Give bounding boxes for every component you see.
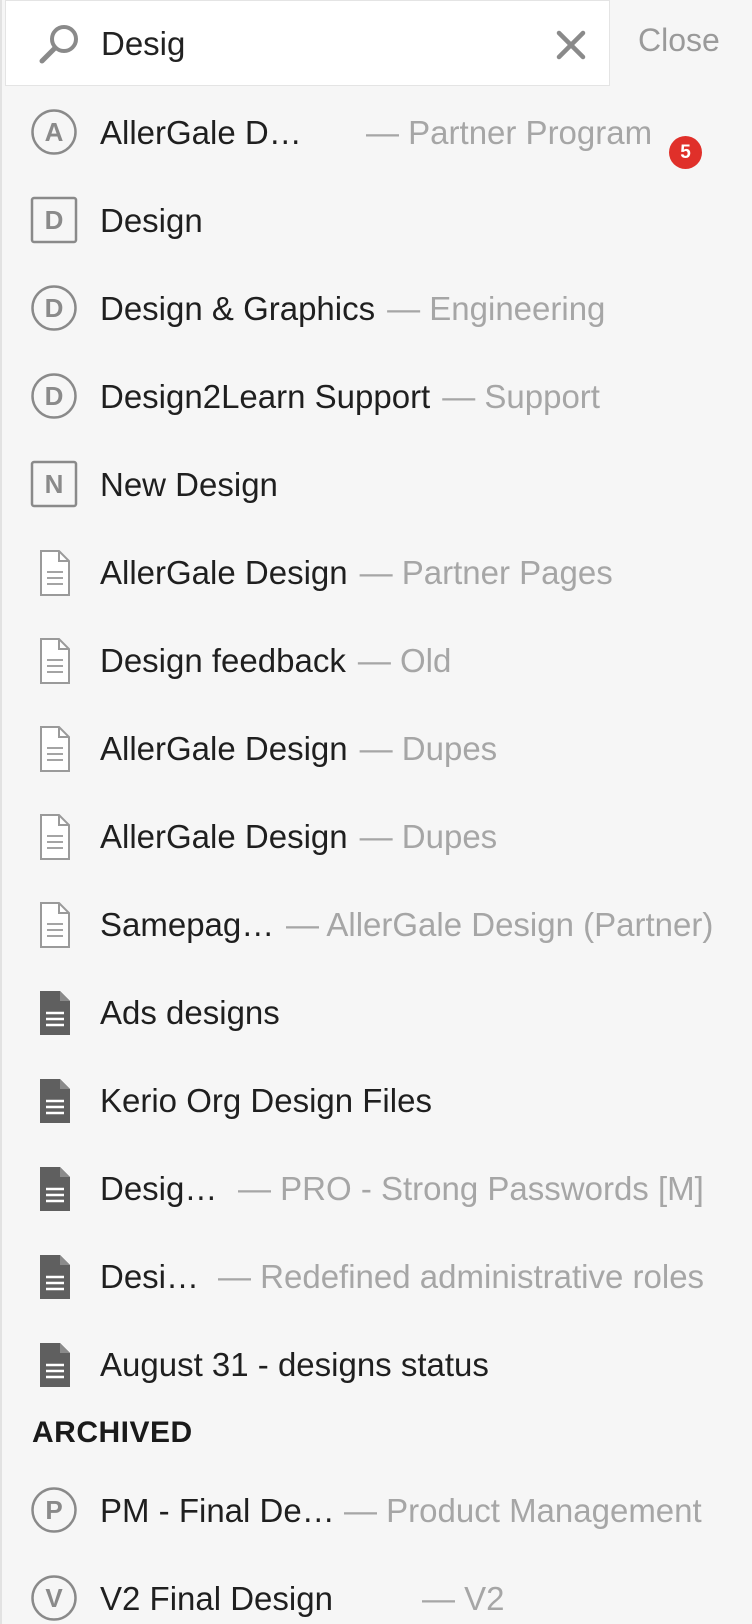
result-location: — Dupes	[359, 730, 498, 767]
result-title: AllerGale Design	[100, 730, 348, 767]
result-title: AllerGale Design	[100, 818, 348, 855]
result-title: August 31 - designs status	[100, 1346, 489, 1383]
result-title: V2 Final Design	[100, 1580, 333, 1617]
result-title: Desig…	[100, 1170, 218, 1207]
search-result-item[interactable]: Samepag… — AllerGale Design (Partner)	[2, 880, 752, 968]
search-result-item[interactable]: A AllerGale D… — Partner Program 5	[2, 88, 752, 176]
svg-text:D: D	[45, 293, 64, 323]
search-result-item[interactable]: AllerGale Design — Dupes	[2, 792, 752, 880]
result-title: Design & Graphics	[100, 290, 376, 327]
result-location: — V2	[422, 1580, 505, 1617]
result-location: — Partner Program	[366, 114, 653, 151]
search-result-item[interactable]: P PM - Final De… — Product Management	[2, 1466, 752, 1554]
result-location: — Redefined administrative roles	[218, 1258, 705, 1295]
page-outline-icon	[40, 902, 70, 948]
search-result-item[interactable]: Ads designs	[2, 968, 752, 1056]
document-filled-icon	[40, 1167, 70, 1211]
page-outline-icon	[40, 726, 70, 772]
svg-text:P: P	[45, 1495, 62, 1525]
search-panel: Close AAllerGale D…— Partner Program5 DD…	[0, 0, 752, 1624]
result-title: AllerGale D…	[100, 114, 302, 151]
page-outline-icon	[40, 814, 70, 860]
archived-section-header: ARCHIVED	[32, 1416, 193, 1449]
search-result-item[interactable]: Design feedback — Old	[2, 616, 752, 704]
search-result-item[interactable]: August 31 - designs status	[2, 1320, 752, 1408]
result-location: — Support	[442, 378, 600, 415]
close-button[interactable]: Close	[638, 22, 720, 59]
space-circle-icon: D	[31, 373, 77, 419]
notification-badge: 5	[669, 136, 702, 169]
search-input[interactable]	[101, 17, 521, 71]
search-result-item[interactable]: N New Design	[2, 440, 752, 528]
result-title: AllerGale Design	[100, 554, 348, 591]
clear-search-icon[interactable]	[551, 25, 591, 65]
search-result-item[interactable]: Desig… — PRO - Strong Passwords [M]	[2, 1144, 752, 1232]
result-location: — AllerGale Design (Partner)	[286, 906, 714, 943]
document-filled-icon	[40, 1079, 70, 1123]
search-result-item[interactable]: D Design2Learn Support — Support	[2, 352, 752, 440]
document-filled-icon	[40, 1343, 70, 1387]
archived-section: ARCHIVED P PM - Final De… — Product Manage…	[2, 1408, 752, 1624]
page-outline-icon	[40, 638, 70, 684]
result-title: Samepag…	[100, 906, 275, 943]
search-icon	[39, 25, 78, 64]
svg-text:D: D	[45, 205, 64, 235]
result-location: — Old	[357, 642, 452, 679]
search-results-list: A AllerGale D… — Partner Program 5 D Design …	[2, 88, 752, 1624]
space-circle-icon: P	[31, 1487, 77, 1533]
result-location: — Engineering	[387, 290, 606, 327]
result-title: PM - Final De…	[100, 1492, 335, 1529]
result-location: — Product Management	[344, 1492, 702, 1529]
result-title: Kerio Org Design Files	[100, 1082, 432, 1119]
space-circle-icon: D	[31, 285, 77, 331]
result-title: Design2Learn Support	[100, 378, 431, 415]
search-result-item[interactable]: D Design & Graphics — Engineering	[2, 264, 752, 352]
document-filled-icon	[40, 991, 70, 1035]
result-title: Ads designs	[100, 994, 280, 1031]
result-title: New Design	[100, 466, 278, 503]
svg-text:V: V	[45, 1583, 63, 1613]
result-location: — PRO - Strong Passwords [M]	[238, 1170, 704, 1207]
search-result-item[interactable]: Kerio Org Design Files	[2, 1056, 752, 1144]
result-location: — Partner Pages	[359, 554, 613, 591]
svg-text:N: N	[45, 469, 64, 499]
search-result-item[interactable]: D Design	[2, 176, 752, 264]
search-result-item[interactable]: V V2 Final Design — V2	[2, 1554, 752, 1624]
svg-text:D: D	[45, 381, 64, 411]
search-result-item[interactable]: AllerGale Design — Partner Pages	[2, 528, 752, 616]
search-result-item[interactable]: Desi… — Redefined administrative roles	[2, 1232, 752, 1320]
result-title: Desi…	[100, 1258, 200, 1295]
space-square-icon: N	[30, 460, 78, 508]
search-bar	[5, 0, 610, 86]
result-title: Design feedback	[100, 642, 346, 679]
svg-text:A: A	[45, 117, 64, 147]
search-result-item[interactable]: AllerGale Design — Dupes	[2, 704, 752, 792]
space-circle-icon: A	[31, 109, 77, 155]
space-circle-icon: V	[31, 1575, 77, 1621]
page-outline-icon	[40, 550, 70, 596]
space-square-icon: D	[30, 196, 78, 244]
result-title: Design	[100, 202, 203, 239]
result-location: — Dupes	[359, 818, 498, 855]
document-filled-icon	[40, 1255, 70, 1299]
